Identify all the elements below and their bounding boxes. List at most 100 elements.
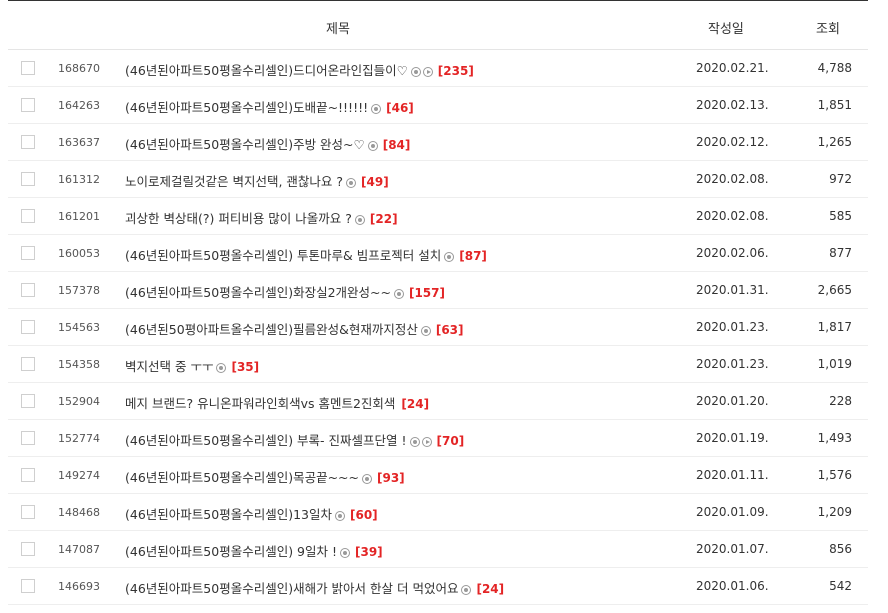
photo-icon [444,252,455,262]
comment-count[interactable]: [93] [377,471,405,485]
post-title-link[interactable]: (46년된아파트50평올수리셀인)도배끝~!!!!!! [46] [125,97,414,116]
row-checkbox[interactable] [21,357,35,371]
post-title-text[interactable]: 벽지선택 중 ㅜㅜ [125,359,213,374]
row-checkbox[interactable] [21,209,35,223]
post-date: 2020.01.09. [696,505,769,519]
post-date: 2020.01.06. [696,579,769,593]
comment-count[interactable]: [46] [386,101,414,115]
comment-count[interactable]: [70] [437,434,465,448]
row-checkbox[interactable] [21,505,35,519]
view-count: 1,493 [817,431,852,445]
comment-count[interactable]: [63] [436,323,464,337]
row-checkbox[interactable] [21,579,35,593]
table-row: 154563 (46년된50평아파트올수리셀인)필름완성&현재까지정산 [63] 20… [8,309,868,346]
row-checkbox[interactable] [21,135,35,149]
post-date: 2020.01.23. [696,320,769,334]
row-checkbox[interactable] [21,283,35,297]
comment-count[interactable]: [84] [383,138,411,152]
photo-icon [367,141,378,151]
comment-count[interactable]: [235] [438,64,474,78]
post-title-text[interactable]: 메지 브랜드? 유니온파워라인회색vs 홈멘트2진회색 [125,396,395,411]
row-checkbox[interactable] [21,98,35,112]
header-date: 작성일 [708,22,744,37]
row-checkbox[interactable] [21,468,35,482]
comment-count[interactable]: [60] [350,508,378,522]
post-number: 160053 [58,247,100,260]
post-number: 154358 [58,358,100,371]
photo-icon [410,67,421,77]
post-title-link[interactable]: (46년된아파트50평올수리셀인) 9일차 ! [39] [125,541,383,560]
post-title-text[interactable]: (46년된아파트50평올수리셀인)화장실2개완성~~ [125,285,391,300]
post-number: 149274 [58,469,100,482]
comment-count[interactable]: [49] [361,175,389,189]
post-title-text[interactable]: 노이로제걸릴것같은 벽지선택, 괜찮나요 ? [125,174,343,189]
photo-icon [409,437,420,447]
table-row: 154358 벽지선택 중 ㅜㅜ [35] 2020.01.23. 1,019 [8,346,868,383]
row-checkbox[interactable] [21,320,35,334]
view-count: 1,851 [817,98,852,112]
post-title-text[interactable]: (46년된아파트50평올수리셀인)목공끝~~~ [125,470,359,485]
attachment-icons [216,360,228,375]
view-count: 856 [829,542,852,556]
post-title-text[interactable]: (46년된50평아파트올수리셀인)필름완성&현재까지정산 [125,322,418,337]
comment-count[interactable]: [24] [476,582,504,596]
post-date: 2020.02.08. [696,172,769,186]
photo-icon [339,548,350,558]
post-title-text[interactable]: (46년된아파트50평올수리셀인) 9일차 ! [125,544,337,559]
table-row: 161312 노이로제걸릴것같은 벽지선택, 괜찮나요 ? [49] 2020.02.… [8,161,868,198]
comment-count[interactable]: [35] [231,360,259,374]
post-title-text[interactable]: (46년된아파트50평올수리셀인) 부록- 진짜셀프단열 ! [125,433,407,448]
attachment-icons [354,212,367,227]
photo-icon [461,585,472,595]
post-title-text[interactable]: 괴상한 벽상태(?) 퍼티비용 많이 나올까요 ? [125,211,352,226]
post-number: 161312 [58,173,100,186]
view-count: 1,019 [817,357,852,371]
view-count: 972 [829,172,852,186]
post-date: 2020.02.21. [696,61,769,75]
post-title-link[interactable]: (46년된아파트50평올수리셀인)주방 완성~♡ [84] [125,134,410,153]
table-row: 163637 (46년된아파트50평올수리셀인)주방 완성~♡ [84] 2020.0… [8,124,868,161]
post-title-text[interactable]: (46년된아파트50평올수리셀인)주방 완성~♡ [125,137,365,152]
table-header: 제목 작성일 조회 [8,0,868,50]
post-title-link[interactable]: (46년된50평아파트올수리셀인)필름완성&현재까지정산 [63] [125,319,464,338]
post-date: 2020.02.08. [696,209,769,223]
post-title-link[interactable]: 노이로제걸릴것같은 벽지선택, 괜찮나요 ? [49] [125,171,389,190]
post-title-link[interactable]: (46년된아파트50평올수리셀인)화장실2개완성~~ [157] [125,282,445,301]
post-title-link[interactable]: (46년된아파트50평올수리셀인)드디어온라인집들이♡ [235] [125,60,474,79]
post-title-link[interactable]: (46년된아파트50평올수리셀인) 투톤마루& 빔프로젝터 설치 [87] [125,245,487,264]
comment-count[interactable]: [157] [409,286,445,300]
post-title-link[interactable]: (46년된아파트50평올수리셀인)목공끝~~~ [93] [125,467,405,486]
video-icon [422,67,433,77]
table-row: 152774 (46년된아파트50평올수리셀인) 부록- 진짜셀프단열 ! [70]… [8,420,868,457]
post-title-link[interactable]: 메지 브랜드? 유니온파워라인회색vs 홈멘트2진회색 [24] [125,393,429,412]
view-count: 1,576 [817,468,852,482]
photo-icon [334,511,345,521]
row-checkbox[interactable] [21,431,35,445]
post-title-text[interactable]: (46년된아파트50평올수리셀인)드디어온라인집들이♡ [125,63,408,78]
comment-count[interactable]: [87] [459,249,487,263]
post-title-link[interactable]: 벽지선택 중 ㅜㅜ [35] [125,356,259,375]
post-title-link[interactable]: (46년된아파트50평올수리셀인)새해가 밝아서 한살 더 먹었어요 [24] [125,578,504,597]
post-date: 2020.01.07. [696,542,769,556]
comment-count[interactable]: [39] [355,545,383,559]
post-title-text[interactable]: (46년된아파트50평올수리셀인) 투톤마루& 빔프로젝터 설치 [125,248,441,263]
photo-icon [393,289,404,299]
row-checkbox[interactable] [21,542,35,556]
post-title-text[interactable]: (46년된아파트50평올수리셀인)13일차 [125,507,332,522]
post-number: 168670 [58,62,100,75]
comment-count[interactable]: [22] [370,212,398,226]
post-title-link[interactable]: (46년된아파트50평올수리셀인)13일차 [60] [125,504,378,523]
header-views: 조회 [816,22,840,37]
row-checkbox[interactable] [21,172,35,186]
post-date: 2020.02.06. [696,246,769,260]
post-title-link[interactable]: 괴상한 벽상태(?) 퍼티비용 많이 나올까요 ? [22] [125,208,398,227]
row-checkbox[interactable] [21,394,35,408]
row-checkbox[interactable] [21,246,35,260]
view-count: 4,788 [817,61,852,75]
post-title-text[interactable]: (46년된아파트50평올수리셀인)새해가 밝아서 한살 더 먹었어요 [125,581,458,596]
post-date: 2020.02.13. [696,98,769,112]
post-title-text[interactable]: (46년된아파트50평올수리셀인)도배끝~!!!!!! [125,100,368,115]
row-checkbox[interactable] [21,61,35,75]
post-title-link[interactable]: (46년된아파트50평올수리셀인) 부록- 진짜셀프단열 ! [70] [125,430,464,449]
comment-count[interactable]: [24] [401,397,429,411]
